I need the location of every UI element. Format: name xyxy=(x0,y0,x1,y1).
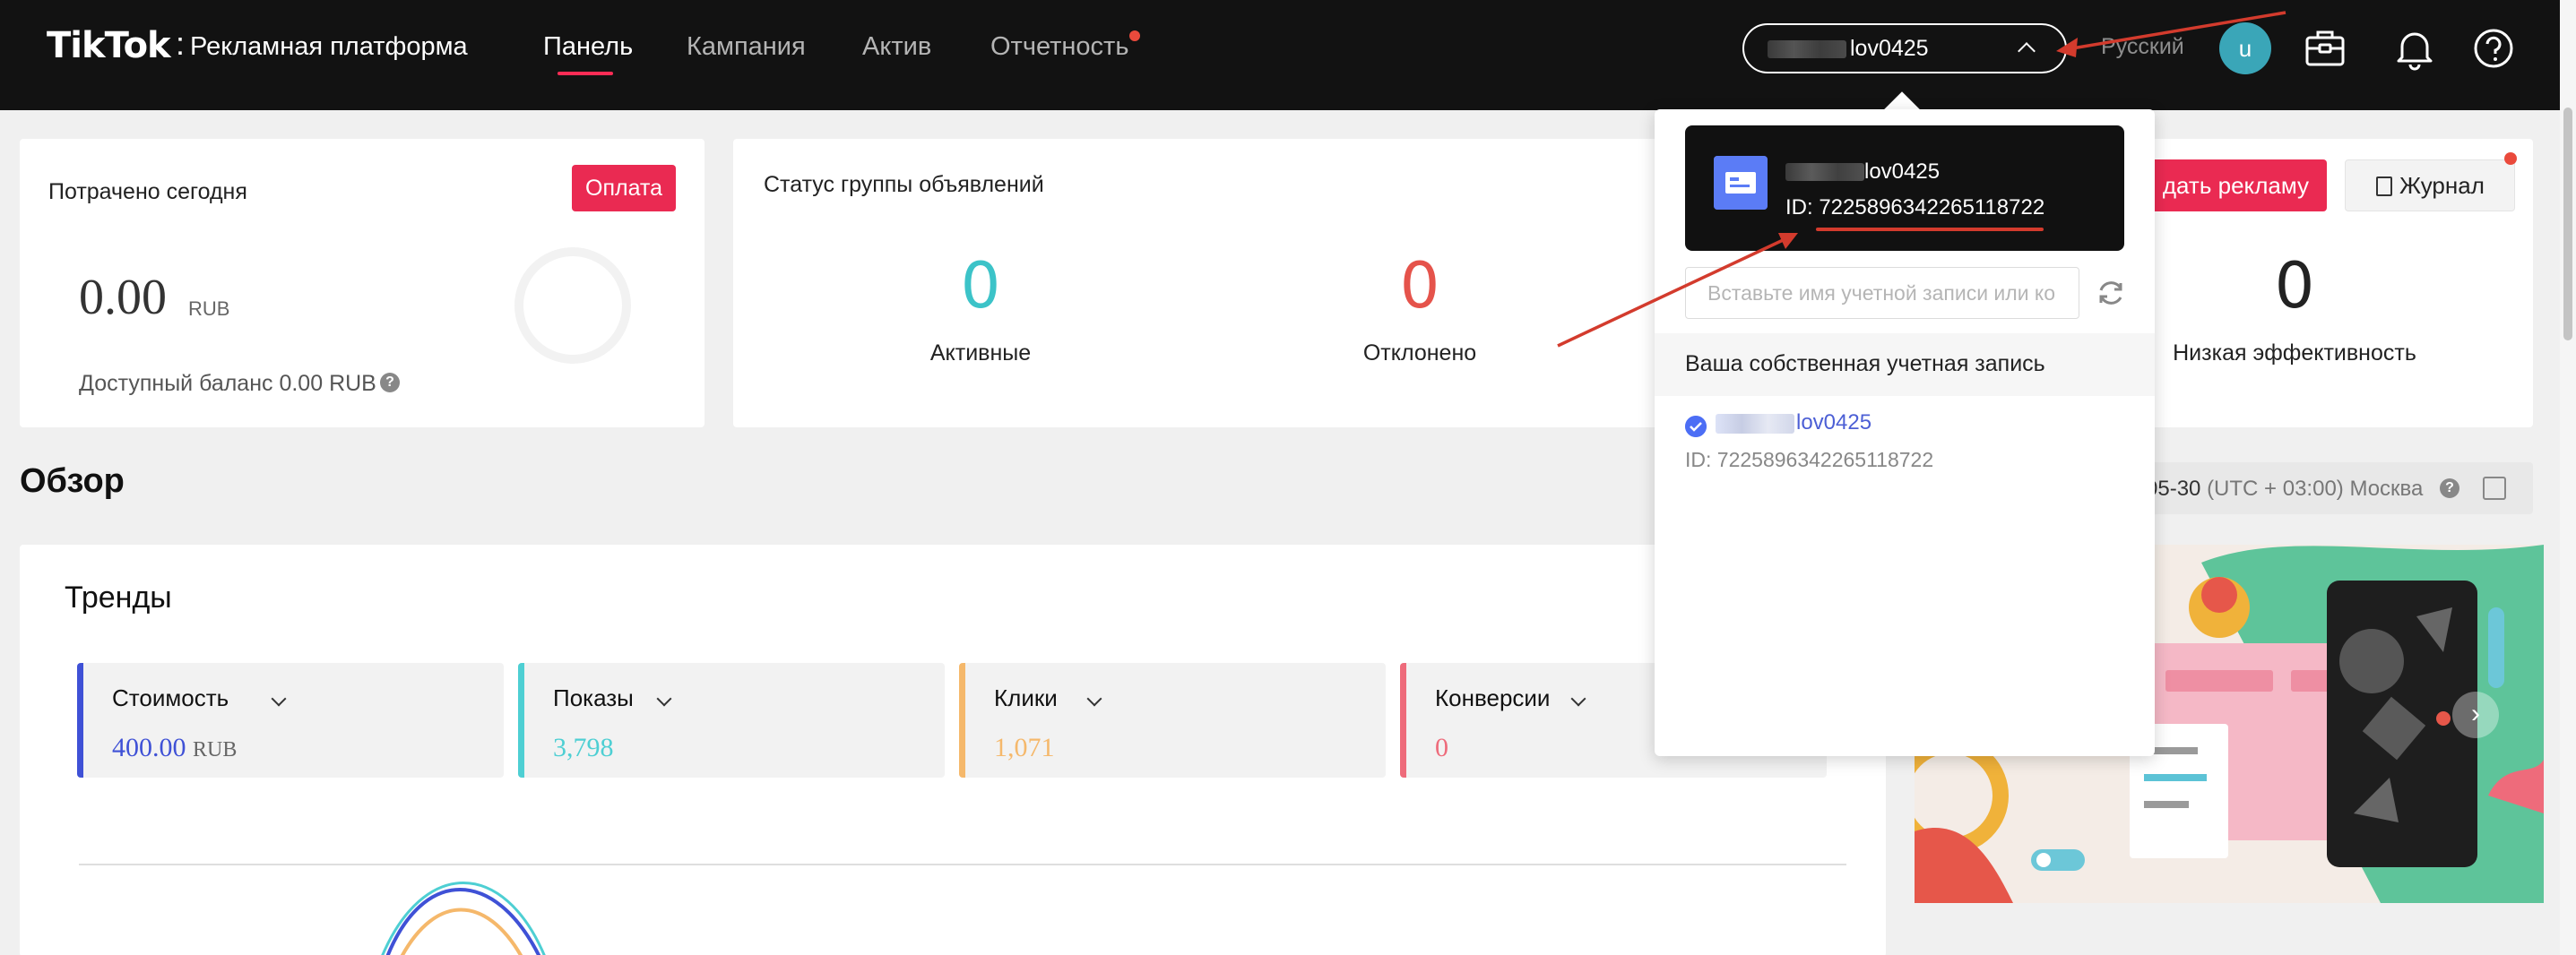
spent-amount: 0.00 xyxy=(79,270,167,325)
spent-today-title: Потрачено сегодня xyxy=(48,179,247,204)
metric-value: 400.00 RUB xyxy=(112,733,237,763)
pay-button[interactable]: Оплата xyxy=(572,165,676,211)
metric-value: 0 xyxy=(1435,733,1448,762)
chevron-up-icon xyxy=(2018,42,2036,60)
chevron-down-icon[interactable] xyxy=(1570,691,1586,707)
account-switcher-dropdown: lov0425 ID: 7225896342265118722 Ваша соб… xyxy=(1655,109,2155,756)
own-account-section-label: Ваша собственная учетная запись xyxy=(1685,351,2045,376)
calendar-icon[interactable] xyxy=(2483,477,2506,500)
active-count[interactable]: 0 xyxy=(891,249,1070,323)
metric-label: Стоимость xyxy=(112,684,229,711)
metric-label: Конверсии xyxy=(1435,684,1551,711)
question-icon[interactable]: ? xyxy=(2440,478,2459,498)
spend-progress-ring xyxy=(514,247,631,364)
date-range-picker[interactable]: 05-30 (UTC + 03:00) Москва ? xyxy=(2128,462,2533,514)
scrollbar-thumb[interactable] xyxy=(2563,108,2572,340)
available-balance: Доступный баланс 0.00 RUB xyxy=(79,371,376,396)
metric-value: 1,071 xyxy=(994,733,1055,762)
account-search-input[interactable] xyxy=(1686,268,2079,318)
current-account-id: ID: 7225896342265118722 xyxy=(1785,195,2045,219)
chevron-down-icon[interactable] xyxy=(271,691,287,707)
annotation-underline xyxy=(1816,228,2044,231)
trend-chart-line xyxy=(381,882,546,955)
rejected-label: Отклонено xyxy=(1362,340,1477,366)
question-icon[interactable]: ? xyxy=(380,373,400,392)
check-circle-icon xyxy=(1685,416,1707,437)
blurred-account-prefix xyxy=(1768,40,1846,58)
account-selector-name: lov0425 xyxy=(1850,36,1929,61)
journal-button[interactable]: Журнал xyxy=(2345,159,2515,211)
document-icon xyxy=(2376,176,2392,196)
top-navigation-bar: TikTok : Рекламная платформа Панель Камп… xyxy=(0,0,2576,110)
help-icon[interactable] xyxy=(2468,23,2519,73)
trend-chart-axis xyxy=(79,864,1846,865)
own-account-section-header: Ваша собственная учетная запись xyxy=(1655,333,2155,396)
metric-card-clicks[interactable]: Клики 1,071 xyxy=(959,663,1386,778)
metric-card-impressions[interactable]: Показы 3,798 xyxy=(518,663,945,778)
chevron-down-icon[interactable] xyxy=(1086,691,1102,707)
metric-card-cost[interactable]: Стоимость 400.00 RUB xyxy=(77,663,504,778)
own-account-id: ID: 7225896342265118722 xyxy=(1685,448,1934,471)
briefcase-icon[interactable] xyxy=(2300,23,2350,73)
spent-currency: RUB xyxy=(188,297,230,320)
date-range-value: 05-30 (UTC + 03:00) Москва xyxy=(2146,477,2423,502)
active-label: Активные xyxy=(929,340,1032,366)
nav-tab-reporting[interactable]: Отчетность xyxy=(990,32,1128,62)
user-avatar[interactable]: u xyxy=(2219,22,2271,74)
trends-title: Тренды xyxy=(65,581,172,615)
metric-label: Показы xyxy=(553,684,634,711)
nav-tab-dashboard[interactable]: Панель xyxy=(543,32,633,62)
account-search-field[interactable] xyxy=(1685,267,2079,319)
reporting-notification-dot xyxy=(1129,30,1140,41)
nav-active-indicator xyxy=(558,72,613,75)
ad-group-status-title: Статус группы объявлений xyxy=(764,172,1044,197)
account-selector[interactable]: lov0425 xyxy=(1742,23,2067,73)
nav-tab-assets[interactable]: Актив xyxy=(862,32,931,62)
metric-unit: RUB xyxy=(193,738,238,761)
blurred-account-prefix xyxy=(1716,414,1794,434)
trends-card: Тренды Стоимость 400.00 RUB Показы 3,798… xyxy=(20,545,1886,955)
current-account-name: lov0425 xyxy=(1864,159,1941,184)
create-ad-button[interactable]: дать рекламу xyxy=(2128,159,2327,211)
journal-button-label: Журнал xyxy=(2399,172,2485,199)
metric-label: Клики xyxy=(994,684,1058,711)
current-account-panel: lov0425 ID: 7225896342265118722 xyxy=(1685,125,2124,251)
rejected-count[interactable]: 0 xyxy=(1330,249,1509,323)
low-efficiency-count[interactable]: 0 xyxy=(2205,249,2384,323)
blurred-account-prefix xyxy=(1785,163,1864,181)
refresh-icon[interactable] xyxy=(2094,276,2128,310)
nav-tab-campaign[interactable]: Кампания xyxy=(687,32,806,62)
metric-value-number: 400.00 xyxy=(112,733,186,762)
language-switcher[interactable]: Русский xyxy=(2101,34,2184,60)
chevron-right-icon[interactable]: › xyxy=(2452,692,2499,738)
low-efficiency-label: Низкая эффективность xyxy=(2173,340,2416,366)
overview-heading: Обзор xyxy=(20,462,125,500)
logo-separator: : xyxy=(176,25,186,62)
timezone-label: (UTC + 03:00) Москва xyxy=(2207,477,2424,501)
own-account-link[interactable]: lov0425 xyxy=(1796,410,1871,435)
tiktok-logo[interactable]: TikTok xyxy=(47,25,171,66)
bell-icon[interactable] xyxy=(2390,23,2440,73)
journal-notification-dot xyxy=(2504,152,2517,165)
id-card-icon xyxy=(1714,156,1768,210)
platform-subtitle: Рекламная платформа xyxy=(190,32,468,61)
chevron-down-icon[interactable] xyxy=(656,691,672,707)
metric-value: 3,798 xyxy=(553,733,614,762)
